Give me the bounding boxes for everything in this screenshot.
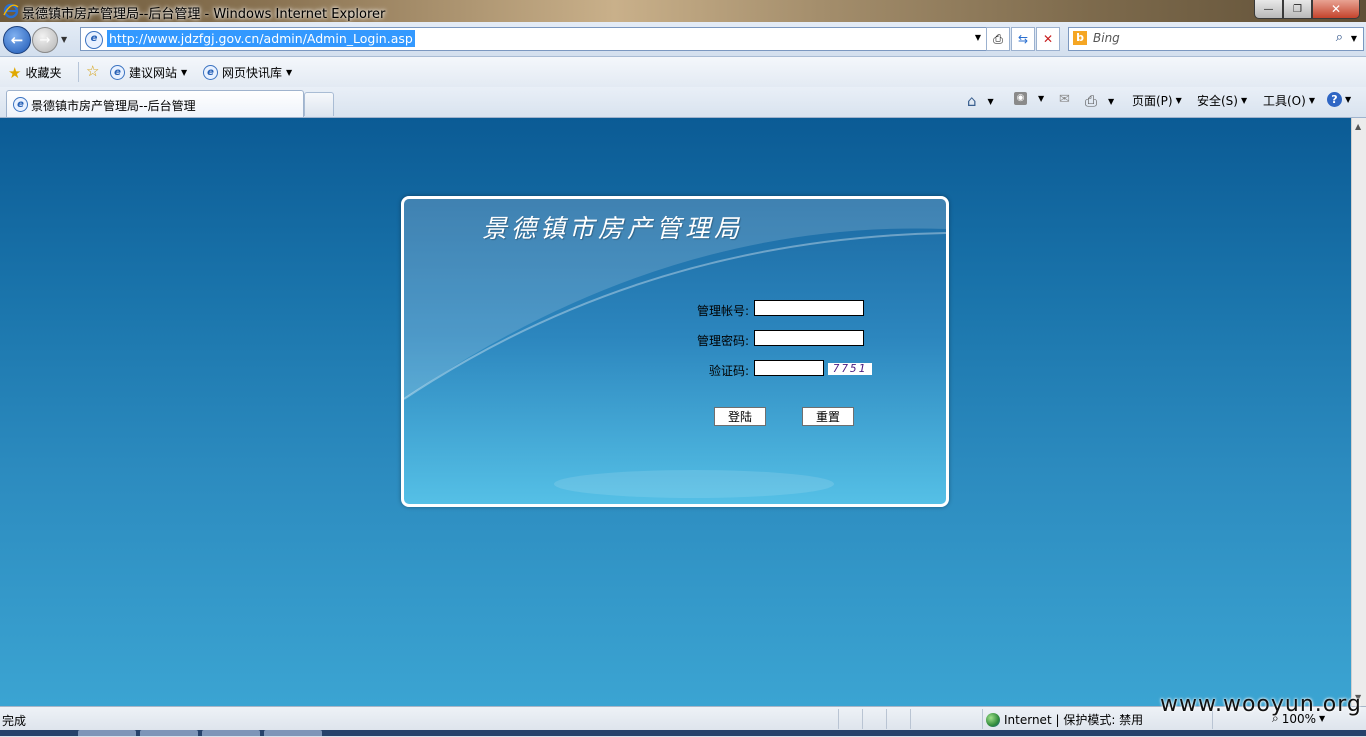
ie-page-icon: e [13, 97, 28, 112]
stop-icon: ✕ [1042, 32, 1054, 46]
printer-icon: ⎙ [1085, 92, 1098, 110]
favorites-item-label: 网页快讯库 [222, 66, 283, 80]
watermark: www.wooyun.org [1160, 692, 1362, 717]
compatibility-icon: ⎙ [993, 31, 1003, 46]
tab-label: 景德镇市房产管理局--后台管理 [31, 99, 196, 113]
tools-menu[interactable]: 工具(O) ▼ [1263, 92, 1315, 109]
new-tab-button[interactable] [304, 92, 334, 116]
forward-arrow-icon: → [39, 32, 51, 48]
page-content: 景德镇市房产管理局 管理帐号: 管理密码: 验证码: 7751 登陆 重置 [0, 118, 1352, 706]
page-menu[interactable]: 页面(P) ▼ [1132, 92, 1182, 109]
status-divider [982, 709, 983, 729]
reset-button[interactable]: 重置 [802, 407, 854, 426]
window-title: 景德镇市房产管理局--后台管理 - Windows Internet Explo… [22, 7, 386, 22]
favorites-item-label: 建议网站 [129, 66, 178, 80]
refresh-button[interactable]: ⇆ [1011, 27, 1035, 51]
safety-menu[interactable]: 安全(S) ▼ [1197, 92, 1247, 109]
chevron-down-icon: ▼ [1038, 94, 1045, 103]
address-bar[interactable]: e http://www.jdzfgj.gov.cn/admin/Admin_L… [80, 27, 987, 51]
captcha-label: 验证码: [708, 364, 749, 378]
back-arrow-icon: ← [10, 31, 24, 49]
account-input[interactable] [754, 300, 864, 316]
captcha-image[interactable]: 7751 [828, 363, 872, 375]
ie-page-icon: e [110, 65, 125, 80]
page-menu-label: 页面(P) [1132, 94, 1173, 108]
safety-menu-label: 安全(S) [1197, 94, 1238, 108]
favorites-bar: ★ 收藏夹 ☆ e 建议网站 ▼ e 网页快讯库 ▼ [0, 57, 1366, 87]
chevron-down-icon: ▼ [1345, 95, 1352, 104]
close-window-button[interactable]: ✕ [1312, 0, 1360, 19]
read-mail-button[interactable]: ✉ [1059, 92, 1070, 107]
restore-button[interactable]: ❐ [1283, 0, 1312, 19]
window-controls: — ❐ ✕ [1254, 0, 1360, 19]
star-icon: ★ [8, 63, 22, 82]
print-button[interactable]: ⎙ ▼ [1085, 92, 1114, 110]
status-divider [886, 709, 887, 729]
navigation-bar: ← → ▼ e http://www.jdzfgj.gov.cn/admin/A… [0, 22, 1366, 57]
feeds-button[interactable]: ◉ ▼ [1014, 92, 1044, 105]
stop-button[interactable]: ✕ [1036, 27, 1060, 51]
bing-logo-icon: b [1073, 31, 1087, 45]
status-divider [862, 709, 863, 729]
home-icon: ⌂ [967, 92, 977, 110]
compatibility-view-button[interactable]: ⎙ [986, 27, 1010, 51]
add-favorite-star-icon: ☆ [86, 62, 100, 80]
search-options-dropdown-icon[interactable]: ▼ [1351, 34, 1357, 43]
mail-icon: ✉ [1059, 92, 1070, 107]
chevron-down-icon: ▼ [1308, 96, 1315, 105]
taskbar-button[interactable] [140, 730, 198, 736]
page-favicon-icon: e [85, 31, 103, 49]
status-text: 完成 [2, 714, 27, 728]
zone-text: Internet | 保护模式: 禁用 [1004, 713, 1144, 727]
search-input[interactable]: Bing [1093, 31, 1120, 45]
search-box[interactable]: b Bing ⌕ ▼ [1068, 27, 1364, 51]
minimize-button[interactable]: — [1254, 0, 1283, 19]
security-zone[interactable]: Internet | 保护模式: 禁用 [986, 711, 1143, 728]
login-panel: 景德镇市房产管理局 管理帐号: 管理密码: 验证码: 7751 登陆 重置 [401, 196, 949, 507]
recent-pages-dropdown-icon[interactable]: ▼ [61, 35, 67, 44]
vertical-scrollbar[interactable]: ▲ ▼ [1351, 118, 1366, 706]
chevron-down-icon: ▼ [286, 68, 293, 77]
rss-feed-icon: ◉ [1014, 92, 1027, 105]
back-button[interactable]: ← [3, 26, 31, 54]
ie-logo-icon [3, 3, 19, 19]
status-divider [838, 709, 839, 729]
help-icon: ? [1327, 92, 1342, 107]
status-divider [910, 709, 911, 729]
account-label: 管理帐号: [696, 304, 749, 318]
help-menu[interactable]: ? ▼ [1327, 92, 1351, 107]
tab-admin-login[interactable]: e 景德镇市房产管理局--后台管理 [6, 90, 304, 117]
password-label: 管理密码: [696, 334, 749, 348]
favorites-label: 收藏夹 [25, 66, 62, 80]
home-button[interactable]: ⌂ ▼ [967, 92, 994, 110]
address-input[interactable]: http://www.jdzfgj.gov.cn/admin/Admin_Log… [107, 30, 415, 47]
tools-menu-label: 工具(O) [1263, 94, 1306, 108]
captcha-input[interactable] [754, 360, 824, 376]
favorites-divider [78, 62, 79, 82]
taskbar-button[interactable] [264, 730, 322, 736]
taskbar-button[interactable] [202, 730, 260, 736]
add-to-favorites-bar-button[interactable]: ☆ [86, 62, 100, 80]
forward-button[interactable]: → [32, 27, 58, 53]
chevron-down-icon: ▼ [181, 68, 188, 77]
chevron-down-icon: ▼ [1108, 96, 1115, 106]
refresh-icon: ⇆ [1017, 32, 1029, 46]
chevron-down-icon: ▼ [1240, 96, 1248, 105]
title-bar: 景德镇市房产管理局--后台管理 - Windows Internet Explo… [0, 0, 1366, 22]
page-title: 景德镇市房产管理局 [482, 214, 744, 243]
taskbar-button[interactable] [78, 730, 136, 736]
login-button[interactable]: 登陆 [714, 407, 766, 426]
ie-page-icon: e [203, 65, 218, 80]
password-input[interactable] [754, 330, 864, 346]
favorites-button[interactable]: ★ 收藏夹 [8, 64, 61, 81]
chevron-down-icon: ▼ [1175, 96, 1182, 105]
globe-icon [986, 712, 1000, 727]
address-dropdown-icon[interactable]: ▼ [975, 33, 981, 42]
favorites-item-web-slice-gallery[interactable]: e 网页快讯库 ▼ [203, 64, 292, 81]
favorites-item-suggested-sites[interactable]: e 建议网站 ▼ [110, 64, 187, 81]
chevron-down-icon: ▼ [987, 96, 994, 106]
search-icon[interactable]: ⌕ [1336, 30, 1343, 45]
scroll-up-icon[interactable]: ▲ [1355, 122, 1361, 131]
